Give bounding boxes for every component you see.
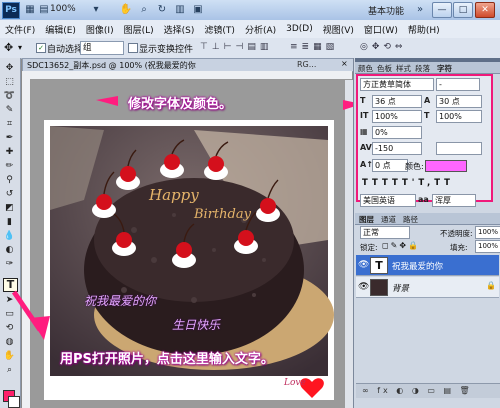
leading-icon: A xyxy=(424,96,431,105)
visibility-eye-icon[interactable]: 👁 xyxy=(358,282,369,292)
text-style-buttons-icon[interactable]: TTTTT'T,TT xyxy=(362,178,454,188)
font-size-input[interactable]: 36 点 xyxy=(372,95,422,108)
lock-icon: 🔒 xyxy=(486,281,496,290)
fill-label: 填充: xyxy=(450,243,468,252)
character-panel-tabs: 颜色 色板 样式 段落 字符 xyxy=(355,62,500,74)
horizontal-scale-input[interactable]: 100% xyxy=(436,110,482,123)
tab-styles[interactable]: 样式 xyxy=(396,63,411,74)
tab-swatches[interactable]: 色板 xyxy=(377,63,392,74)
kerning-input[interactable] xyxy=(436,142,482,155)
lock-label: 锁定: xyxy=(360,243,378,252)
baseline-shift-input[interactable]: 0 点 xyxy=(372,159,408,172)
annotation-top: 修改字体及颜色。 xyxy=(128,97,233,112)
leading-input[interactable]: 30 点 xyxy=(436,95,482,108)
tab-paragraph[interactable]: 段落 xyxy=(415,63,430,74)
fill-input[interactable]: 100% xyxy=(475,240,500,253)
horizontal-scale-icon: T xyxy=(424,111,430,120)
visibility-eye-icon[interactable]: 👁 xyxy=(358,260,369,270)
language-dropdown[interactable]: 美国英语 xyxy=(360,194,416,207)
background-layer-thumbnail xyxy=(370,279,388,296)
blend-mode-dropdown[interactable]: 正常 xyxy=(360,226,410,239)
font-family-dropdown[interactable]: 方正黄草简体 xyxy=(360,78,434,91)
vertical-scale-icon: IT xyxy=(360,111,369,120)
tsume-input[interactable]: 0% xyxy=(372,126,422,139)
tab-character[interactable]: 字符 xyxy=(437,63,452,74)
text-color-swatch[interactable] xyxy=(425,160,467,172)
color-label: 颜色: xyxy=(405,162,424,171)
layer-row-background[interactable]: 👁 背景 🔒 xyxy=(356,277,499,298)
opacity-input[interactable]: 100% xyxy=(475,226,500,239)
tab-paths[interactable]: 路径 xyxy=(403,214,418,225)
antialias-icon: aa xyxy=(418,195,429,204)
baseline-shift-icon: A↑ xyxy=(360,160,373,169)
layers-panel-footer-icons[interactable]: ∞ fx ◐ ◑ ▭ ▤ 🗑 xyxy=(356,383,500,398)
tab-color[interactable]: 颜色 xyxy=(358,63,373,74)
layer-name[interactable]: 背景 xyxy=(392,282,409,294)
tab-channels[interactable]: 通道 xyxy=(381,214,396,225)
tab-layers[interactable]: 图层 xyxy=(359,214,374,225)
antialias-dropdown[interactable]: 浑厚 xyxy=(432,194,476,207)
vertical-scale-input[interactable]: 100% xyxy=(372,110,422,123)
layer-row-text[interactable]: 👁 T 祝我最爱的你 xyxy=(356,255,499,276)
tracking-input[interactable]: -150 xyxy=(372,142,422,155)
text-layer-thumbnail: T xyxy=(370,257,388,274)
annotation-bottom: 用PS打开照片，点击这里输入文字。 xyxy=(60,352,274,367)
font-style-dropdown[interactable]: - xyxy=(436,78,480,91)
tracking-icon: AV xyxy=(360,143,372,152)
tsume-icon: ▦ xyxy=(360,127,368,136)
layers-panel-tabs: 图层 通道 路径 xyxy=(355,213,500,225)
font-size-icon: T xyxy=(360,96,366,105)
layer-name[interactable]: 祝我最爱的你 xyxy=(392,260,443,272)
lock-buttons-icon[interactable]: ◻✎✥🔒 xyxy=(382,241,420,250)
opacity-label: 不透明度: xyxy=(440,229,473,238)
